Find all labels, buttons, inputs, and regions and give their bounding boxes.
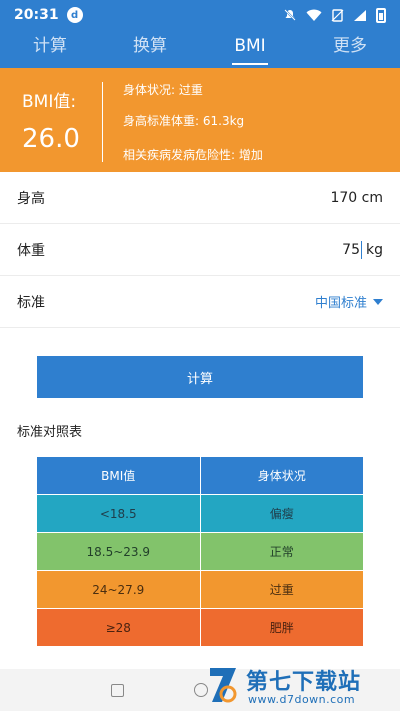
battery-icon (376, 7, 386, 23)
tab-bmi[interactable]: BMI (200, 30, 300, 68)
watermark-logo-icon (210, 668, 237, 703)
tab-more[interactable]: 更多 (300, 30, 400, 68)
bmi-label: BMI值: (22, 92, 77, 112)
bmi-value: 26.0 (22, 124, 80, 154)
table-header-row: BMI值 身体状况 (37, 457, 363, 495)
table-row: 18.5~23.9 正常 (37, 533, 363, 571)
bmi-range-cell: 24~27.9 (37, 571, 201, 608)
app-notification-icon: d (66, 7, 83, 23)
status-bar: 20:31 d (0, 0, 400, 30)
mute-icon (284, 9, 296, 21)
standard-label: 标准 (17, 294, 45, 311)
watermark: 第七下载站 www.d7down.com (200, 660, 400, 711)
status-icons (283, 7, 386, 23)
status-cell: 肥胖 (200, 609, 363, 646)
watermark-url: www.d7down.com (248, 693, 356, 706)
standard-dropdown[interactable]: 中国标准 (315, 292, 383, 311)
text-cursor (361, 240, 362, 259)
wifi-icon (306, 9, 322, 21)
table-row: <18.5 偏瘦 (37, 495, 363, 533)
reference-table-title: 标准对照表 (17, 425, 83, 440)
reference-table: BMI值 身体状况 <18.5 偏瘦 18.5~23.9 正常 24~27.9 … (37, 457, 363, 647)
height-row[interactable]: 身高 170 cm (0, 172, 400, 224)
weight-input[interactable]: 75 kg (342, 240, 383, 259)
tab-convert[interactable]: 换算 (100, 30, 200, 68)
bmi-result-panel: BMI值: 26.0 身体状况: 过重 身高标准体重: 61.3kg 相关疾病发… (0, 68, 400, 172)
bmi-range-cell: 18.5~23.9 (37, 533, 201, 570)
standard-value: 中国标准 (314, 296, 367, 311)
watermark-brand: 第七下载站 (246, 670, 362, 695)
weight-row[interactable]: 体重 75 kg (0, 224, 400, 276)
height-label: 身高 (17, 190, 45, 207)
calculate-button[interactable]: 计算 (37, 356, 363, 398)
height-input[interactable]: 170 cm (330, 190, 383, 206)
weight-value[interactable]: 75 (342, 242, 360, 258)
recent-apps-icon[interactable] (111, 683, 124, 697)
tab-calculate[interactable]: 计算 (0, 30, 100, 68)
status-time: 20:31 (14, 7, 59, 23)
header-bmi: BMI值 (37, 457, 201, 494)
status-cell: 偏瘦 (200, 495, 363, 532)
weight-label: 体重 (17, 242, 45, 259)
tab-bar: 计算 换算 BMI 更多 (0, 30, 400, 68)
body-status-text: 身体状况: 过重 (123, 83, 203, 97)
table-row: ≥28 肥胖 (37, 609, 363, 647)
no-sim-icon (331, 8, 344, 22)
bmi-range-cell: <18.5 (37, 495, 201, 532)
header-body-status: 身体状况 (200, 457, 363, 494)
weight-unit: kg (366, 241, 383, 258)
standard-weight-text: 身高标准体重: 61.3kg (123, 114, 245, 128)
dropdown-arrow-icon (373, 298, 383, 305)
status-cell: 正常 (200, 533, 363, 570)
disease-risk-text: 相关疾病发病危险性: 增加 (123, 148, 263, 162)
status-cell: 过重 (200, 571, 363, 608)
table-row: 24~27.9 过重 (37, 571, 363, 609)
standard-row[interactable]: 标准 中国标准 (0, 276, 400, 328)
signal-icon (354, 9, 366, 21)
bmi-range-cell: ≥28 (37, 609, 201, 646)
result-divider (102, 82, 103, 162)
